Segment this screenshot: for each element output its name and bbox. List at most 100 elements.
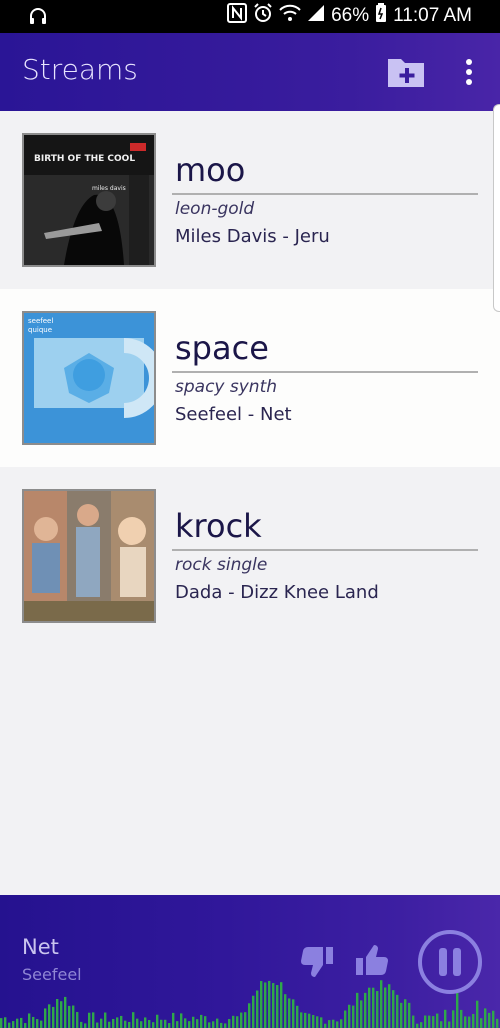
- visualizer-bar: [212, 1021, 215, 1028]
- visualizer-bar: [492, 1010, 495, 1028]
- visualizer-bar: [144, 1017, 147, 1028]
- visualizer-bar: [312, 1015, 315, 1028]
- divider: [172, 193, 478, 195]
- add-folder-icon: [388, 59, 424, 87]
- visualizer-bar: [216, 1018, 219, 1028]
- visualizer-bar: [316, 1016, 319, 1028]
- visualizer-bar: [132, 1012, 135, 1028]
- visualizer-bar: [420, 1022, 423, 1028]
- visualizer-bar: [104, 1012, 107, 1028]
- visualizer-bar: [424, 1015, 427, 1028]
- more-options-button[interactable]: [457, 57, 481, 87]
- visualizer-bar: [220, 1022, 223, 1028]
- visualizer-bar: [0, 1018, 3, 1028]
- visualizer-bar: [324, 1023, 327, 1028]
- visualizer-bar: [448, 1021, 451, 1028]
- add-folder-button[interactable]: [386, 55, 426, 89]
- visualizer-bar: [184, 1018, 187, 1028]
- visualizer-bar: [428, 1015, 431, 1028]
- visualizer-bar: [280, 982, 283, 1028]
- visualizer-bar: [120, 1015, 123, 1028]
- visualizer-bar: [252, 995, 255, 1028]
- visualizer-bar: [52, 1006, 55, 1028]
- stream-name: space: [175, 329, 269, 367]
- stream-list: BIRTH OF THE COOL miles davis moo leon-g…: [0, 111, 500, 645]
- visualizer-bar: [412, 1015, 415, 1028]
- visualizer-bar: [368, 987, 371, 1028]
- visualizer-bar: [60, 1001, 63, 1028]
- visualizer-bar: [160, 1019, 163, 1028]
- divider: [172, 549, 478, 551]
- visualizer-bar: [364, 992, 367, 1028]
- visualizer-bar: [320, 1017, 323, 1028]
- dislike-button[interactable]: [299, 943, 335, 979]
- visualizer-bar: [112, 1018, 115, 1028]
- visualizer-bar: [256, 990, 259, 1028]
- visualizer-bar: [92, 1012, 95, 1028]
- thumbs-down-icon: [301, 947, 333, 977]
- stream-track: Seefeel - Net: [175, 404, 292, 425]
- stream-item-moo[interactable]: BIRTH OF THE COOL miles davis moo leon-g…: [0, 111, 500, 289]
- like-button[interactable]: [354, 943, 390, 979]
- visualizer-bar: [108, 1021, 111, 1028]
- visualizer-bar: [32, 1016, 35, 1028]
- visualizer-bar: [136, 1018, 139, 1028]
- now-playing-artist: Seefeel: [22, 965, 82, 984]
- visualizer-bar: [16, 1018, 19, 1028]
- visualizer-bar: [484, 1008, 487, 1028]
- cover-artist-text: miles davis: [92, 185, 126, 192]
- app-bar: Streams: [0, 33, 500, 111]
- visualizer-bar: [188, 1021, 191, 1028]
- visualizer-bar: [76, 1011, 79, 1028]
- scrollbar-handle[interactable]: [493, 104, 500, 312]
- visualizer-bar: [476, 1000, 479, 1028]
- visualizer-bar: [444, 1009, 447, 1028]
- visualizer-bar: [236, 1016, 239, 1028]
- stream-tag: leon-gold: [175, 199, 255, 219]
- visualizer-bar: [436, 1013, 439, 1028]
- visualizer-bar: [244, 1012, 247, 1028]
- stream-track: Miles Davis - Jeru: [175, 226, 330, 247]
- visualizer-bar: [168, 1023, 171, 1028]
- visualizer-bar: [304, 1012, 307, 1028]
- visualizer-bar: [80, 1021, 83, 1028]
- visualizer-bar: [432, 1016, 435, 1028]
- visualizer-bar: [384, 987, 387, 1028]
- visualizer-bar: [468, 1016, 471, 1028]
- visualizer-bar: [44, 1008, 47, 1028]
- now-playing-bar[interactable]: Net Seefeel: [0, 895, 500, 1028]
- stream-item-space[interactable]: seefeel quique space spacy synth Seefeel…: [0, 289, 500, 467]
- visualizer-bar: [352, 1005, 355, 1028]
- visualizer-bar: [404, 999, 407, 1028]
- visualizer-bar: [268, 980, 271, 1028]
- visualizer-bar: [100, 1018, 103, 1028]
- page-title: Streams: [22, 53, 138, 86]
- pause-icon: [418, 930, 482, 994]
- visualizer-bar: [272, 983, 275, 1028]
- wifi-icon: [279, 3, 301, 29]
- visualizer-bar: [276, 985, 279, 1028]
- visualizer-bar: [148, 1020, 151, 1028]
- visualizer-bar: [332, 1019, 335, 1028]
- visualizer-bar: [248, 1003, 251, 1028]
- stream-item-krock[interactable]: krock rock single Dada - Dizz Knee Land: [0, 467, 500, 645]
- visualizer-bar: [344, 1010, 347, 1028]
- visualizer-bar: [408, 1002, 411, 1028]
- visualizer-bar: [28, 1013, 31, 1028]
- visualizer-bar: [64, 996, 67, 1028]
- thumbs-up-icon: [356, 945, 388, 975]
- visualizer-bar: [96, 1022, 99, 1028]
- visualizer-bar: [376, 991, 379, 1028]
- visualizer-bar: [192, 1016, 195, 1028]
- visualizer-bar: [140, 1021, 143, 1028]
- visualizer-bar: [296, 1005, 299, 1028]
- visualizer-bar: [12, 1021, 15, 1028]
- visualizer-bar: [228, 1019, 231, 1028]
- visualizer-bar: [8, 1022, 11, 1028]
- more-vert-icon: [466, 59, 472, 85]
- visualizer-bar: [340, 1019, 343, 1028]
- battery-icon: [375, 3, 387, 29]
- visualizer-bar: [260, 981, 263, 1028]
- visualizer-bar: [56, 998, 59, 1028]
- pause-button[interactable]: [416, 928, 484, 996]
